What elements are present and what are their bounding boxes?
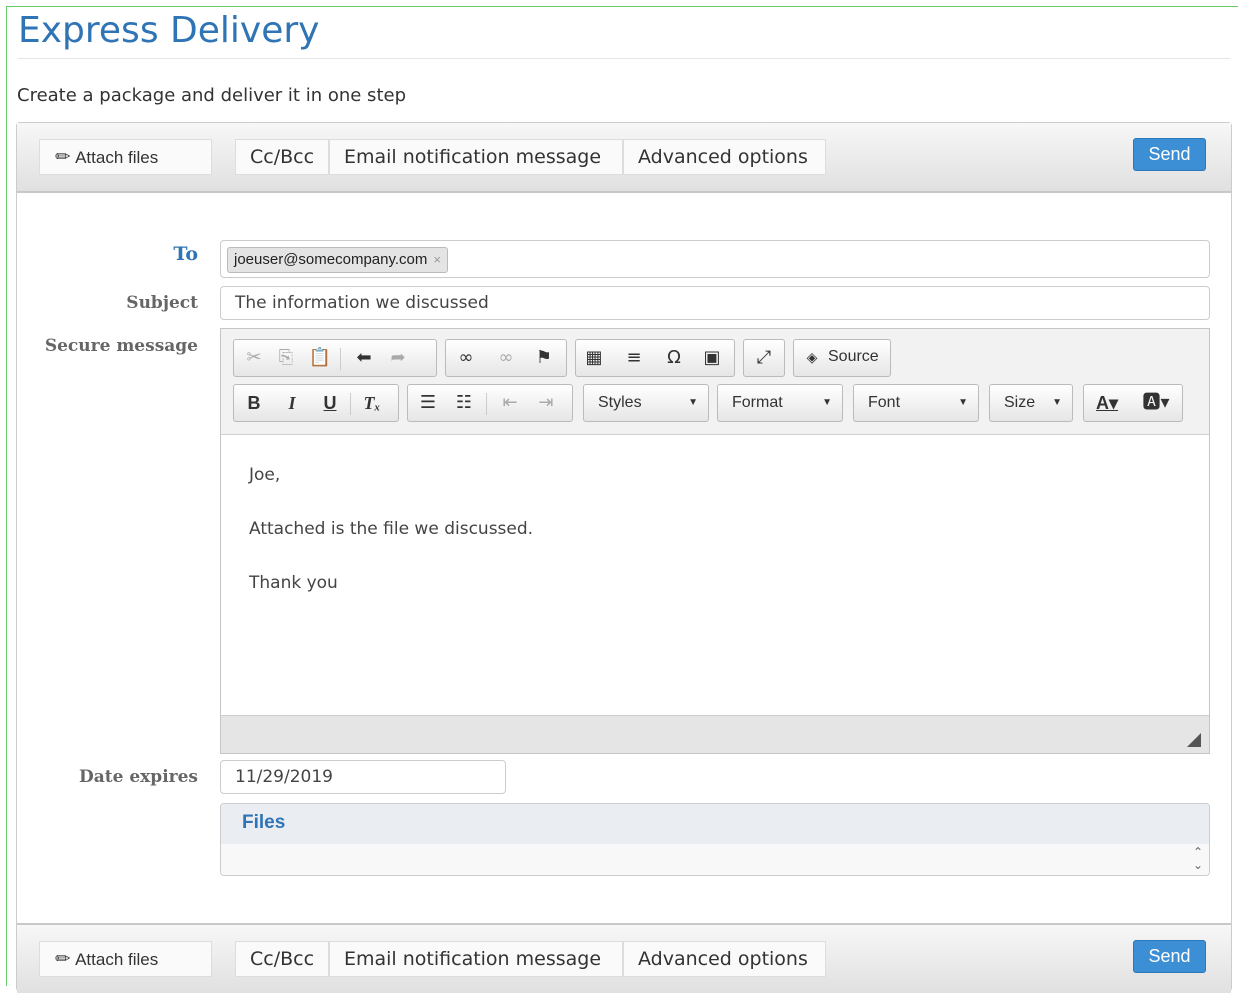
files-header: Files: [221, 804, 1209, 844]
text-color-icon[interactable]: A▾: [1092, 391, 1122, 415]
bulleted-list-icon[interactable]: ☷: [452, 391, 476, 415]
recipient-chip[interactable]: joeuser@somecompany.com ×: [227, 247, 448, 273]
subject-label: Subject: [126, 293, 198, 313]
toolbar-separator: [486, 393, 487, 415]
attach-files-button[interactable]: ✐Attach files: [39, 139, 212, 175]
source-icon: ◈: [806, 350, 818, 366]
bold-icon[interactable]: B: [242, 391, 266, 415]
bottom-toolbar: ✐Attach files Cc/Bcc Email notification …: [17, 923, 1231, 993]
indent-icon[interactable]: ⇥: [534, 391, 558, 415]
advanced-options-tab[interactable]: Advanced options: [623, 139, 826, 175]
attach-files-label: Attach files: [75, 950, 159, 969]
editor-toolbar: ✂ ⎘ 📋 ⬅ ➦ ∞ ∞ ⚑ ▦ ≡ Ω ▣ ⤢ ◈ Source B I U…: [221, 329, 1209, 435]
recipient-email: joeuser@somecompany.com: [234, 251, 428, 268]
outdent-icon[interactable]: ⇤: [498, 391, 522, 415]
redo-icon[interactable]: ➦: [386, 346, 410, 370]
table-icon[interactable]: ▦: [582, 346, 606, 370]
resize-handle-icon[interactable]: [1187, 733, 1201, 747]
page-title: Express Delivery: [18, 10, 320, 51]
font-dropdown[interactable]: Font ▼: [853, 384, 979, 422]
chevron-down-icon: ▼: [688, 397, 698, 408]
styles-label: Styles: [598, 394, 642, 411]
to-input[interactable]: joeuser@somecompany.com ×: [220, 240, 1210, 278]
omega-icon[interactable]: Ω: [662, 346, 686, 370]
link-group: ∞ ∞ ⚑: [445, 339, 567, 377]
title-divider: [18, 58, 1230, 59]
image-icon[interactable]: ▣: [700, 346, 724, 370]
email-notification-tab[interactable]: Email notification message: [329, 941, 623, 977]
to-label: To: [173, 243, 198, 265]
body-line: Thank you: [249, 573, 338, 593]
toolbar-separator: [350, 393, 351, 415]
flag-icon[interactable]: ⚑: [532, 346, 556, 370]
chevron-down-icon: ▼: [822, 397, 832, 408]
top-toolbar: ✐Attach files Cc/Bcc Email notification …: [17, 123, 1231, 193]
list-group: ☰ ☷ ⇤ ⇥: [407, 384, 573, 422]
styles-dropdown[interactable]: Styles ▼: [583, 384, 709, 422]
source-button[interactable]: ◈ Source: [793, 339, 891, 377]
files-list[interactable]: ⌃ ⌄: [221, 844, 1209, 875]
page-subtitle: Create a package and deliver it in one s…: [17, 85, 406, 106]
insert-group: ▦ ≡ Ω ▣: [575, 339, 735, 377]
format-label: Format: [732, 394, 783, 411]
date-expires-input[interactable]: 11/29/2019: [220, 760, 506, 794]
color-group: A▾ 🅰▾: [1083, 384, 1183, 422]
toolbar-separator: [340, 348, 341, 370]
attach-files-button[interactable]: ✐Attach files: [39, 941, 212, 977]
chevron-down-icon: ▼: [958, 397, 968, 408]
chevron-down-icon: ▼: [1052, 397, 1062, 408]
format-dropdown[interactable]: Format ▼: [717, 384, 843, 422]
basic-style-group: B I U Tₓ: [233, 384, 399, 422]
scroll-arrows-icon[interactable]: ⌃ ⌄: [1193, 846, 1203, 872]
ccbcc-tab[interactable]: Cc/Bcc: [235, 941, 329, 977]
background-color-icon[interactable]: 🅰▾: [1140, 391, 1172, 415]
secure-message-label: Secure message: [44, 336, 198, 356]
ccbcc-tab[interactable]: Cc/Bcc: [235, 139, 329, 175]
send-button[interactable]: Send: [1133, 138, 1206, 171]
font-label: Font: [868, 394, 901, 411]
paperclip-icon: ✐: [49, 946, 74, 972]
maximize-icon[interactable]: ⤢: [752, 346, 776, 370]
message-editor: ✂ ⎘ 📋 ⬅ ➦ ∞ ∞ ⚑ ▦ ≡ Ω ▣ ⤢ ◈ Source B I U…: [220, 328, 1210, 754]
editor-status-bar: [221, 715, 1209, 753]
copy-icon[interactable]: ⎘: [274, 346, 298, 370]
italic-icon[interactable]: I: [280, 391, 304, 415]
remove-format-icon[interactable]: Tₓ: [360, 391, 384, 415]
underline-icon[interactable]: U: [318, 391, 342, 415]
send-button[interactable]: Send: [1133, 940, 1206, 973]
subject-input[interactable]: The information we discussed: [220, 286, 1210, 320]
horizontal-rule-icon[interactable]: ≡: [622, 346, 646, 370]
files-panel: Files ⌃ ⌄: [220, 803, 1210, 876]
source-label: Source: [828, 348, 879, 365]
delivery-panel: ✐Attach files Cc/Bcc Email notification …: [16, 122, 1232, 993]
cut-icon[interactable]: ✂: [242, 346, 266, 370]
body-line: Attached is the file we discussed.: [249, 519, 534, 539]
attach-files-label: Attach files: [75, 148, 159, 167]
numbered-list-icon[interactable]: ☰: [416, 391, 440, 415]
undo-icon[interactable]: ⬅: [352, 346, 376, 370]
email-notification-tab[interactable]: Email notification message: [329, 139, 623, 175]
maximize-group: ⤢: [743, 339, 785, 377]
remove-recipient-icon[interactable]: ×: [433, 252, 441, 267]
size-label: Size: [1004, 394, 1036, 411]
body-line: Joe,: [249, 465, 281, 485]
link-icon[interactable]: ∞: [454, 346, 478, 370]
unlink-icon[interactable]: ∞: [494, 346, 518, 370]
paste-icon[interactable]: 📋: [308, 346, 332, 370]
clipboard-group: ✂ ⎘ 📋 ⬅ ➦: [233, 339, 437, 377]
size-dropdown[interactable]: Size ▼: [989, 384, 1073, 422]
date-expires-label: Date expires: [79, 767, 198, 787]
paperclip-icon: ✐: [49, 144, 74, 170]
message-body[interactable]: Joe, Attached is the file we discussed. …: [221, 435, 1209, 715]
advanced-options-tab[interactable]: Advanced options: [623, 941, 826, 977]
